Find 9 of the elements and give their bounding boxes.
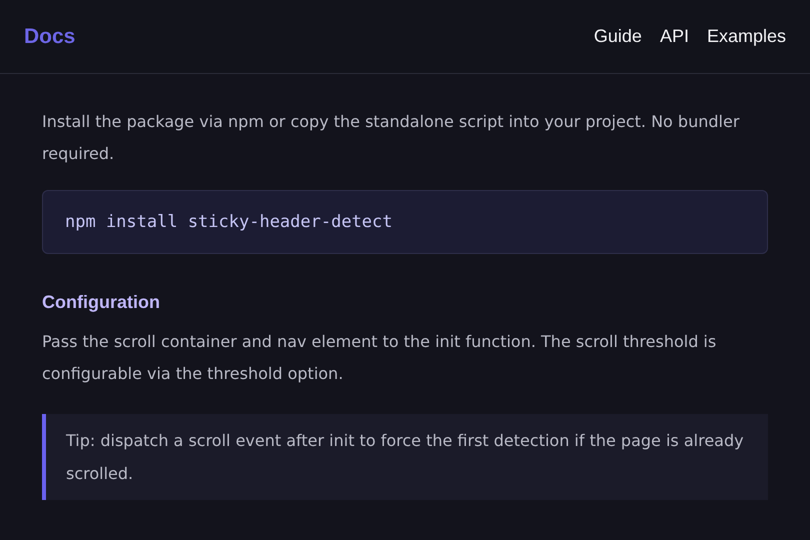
nav-link[interactable]: API: [660, 26, 689, 47]
tip-callout: Tip: dispatch a scroll event after init to force the first detection if the page is already scrolled.: [42, 414, 768, 500]
brand-link[interactable]: Docs: [24, 24, 76, 48]
paragraph: Pass the scroll container and nav element to the init function. The scroll threshold is configurable via the threshold option.: [42, 331, 718, 385]
nav-link[interactable]: Examples: [706, 26, 786, 47]
code-block: npm install sticky-header-detect: [42, 190, 768, 254]
nav-link[interactable]: Guide: [594, 26, 642, 47]
paragraph: Install the package via npm or copy the standalone script into your project. No bundler required.: [42, 111, 740, 165]
subsection-heading: Configuration: [42, 291, 161, 314]
